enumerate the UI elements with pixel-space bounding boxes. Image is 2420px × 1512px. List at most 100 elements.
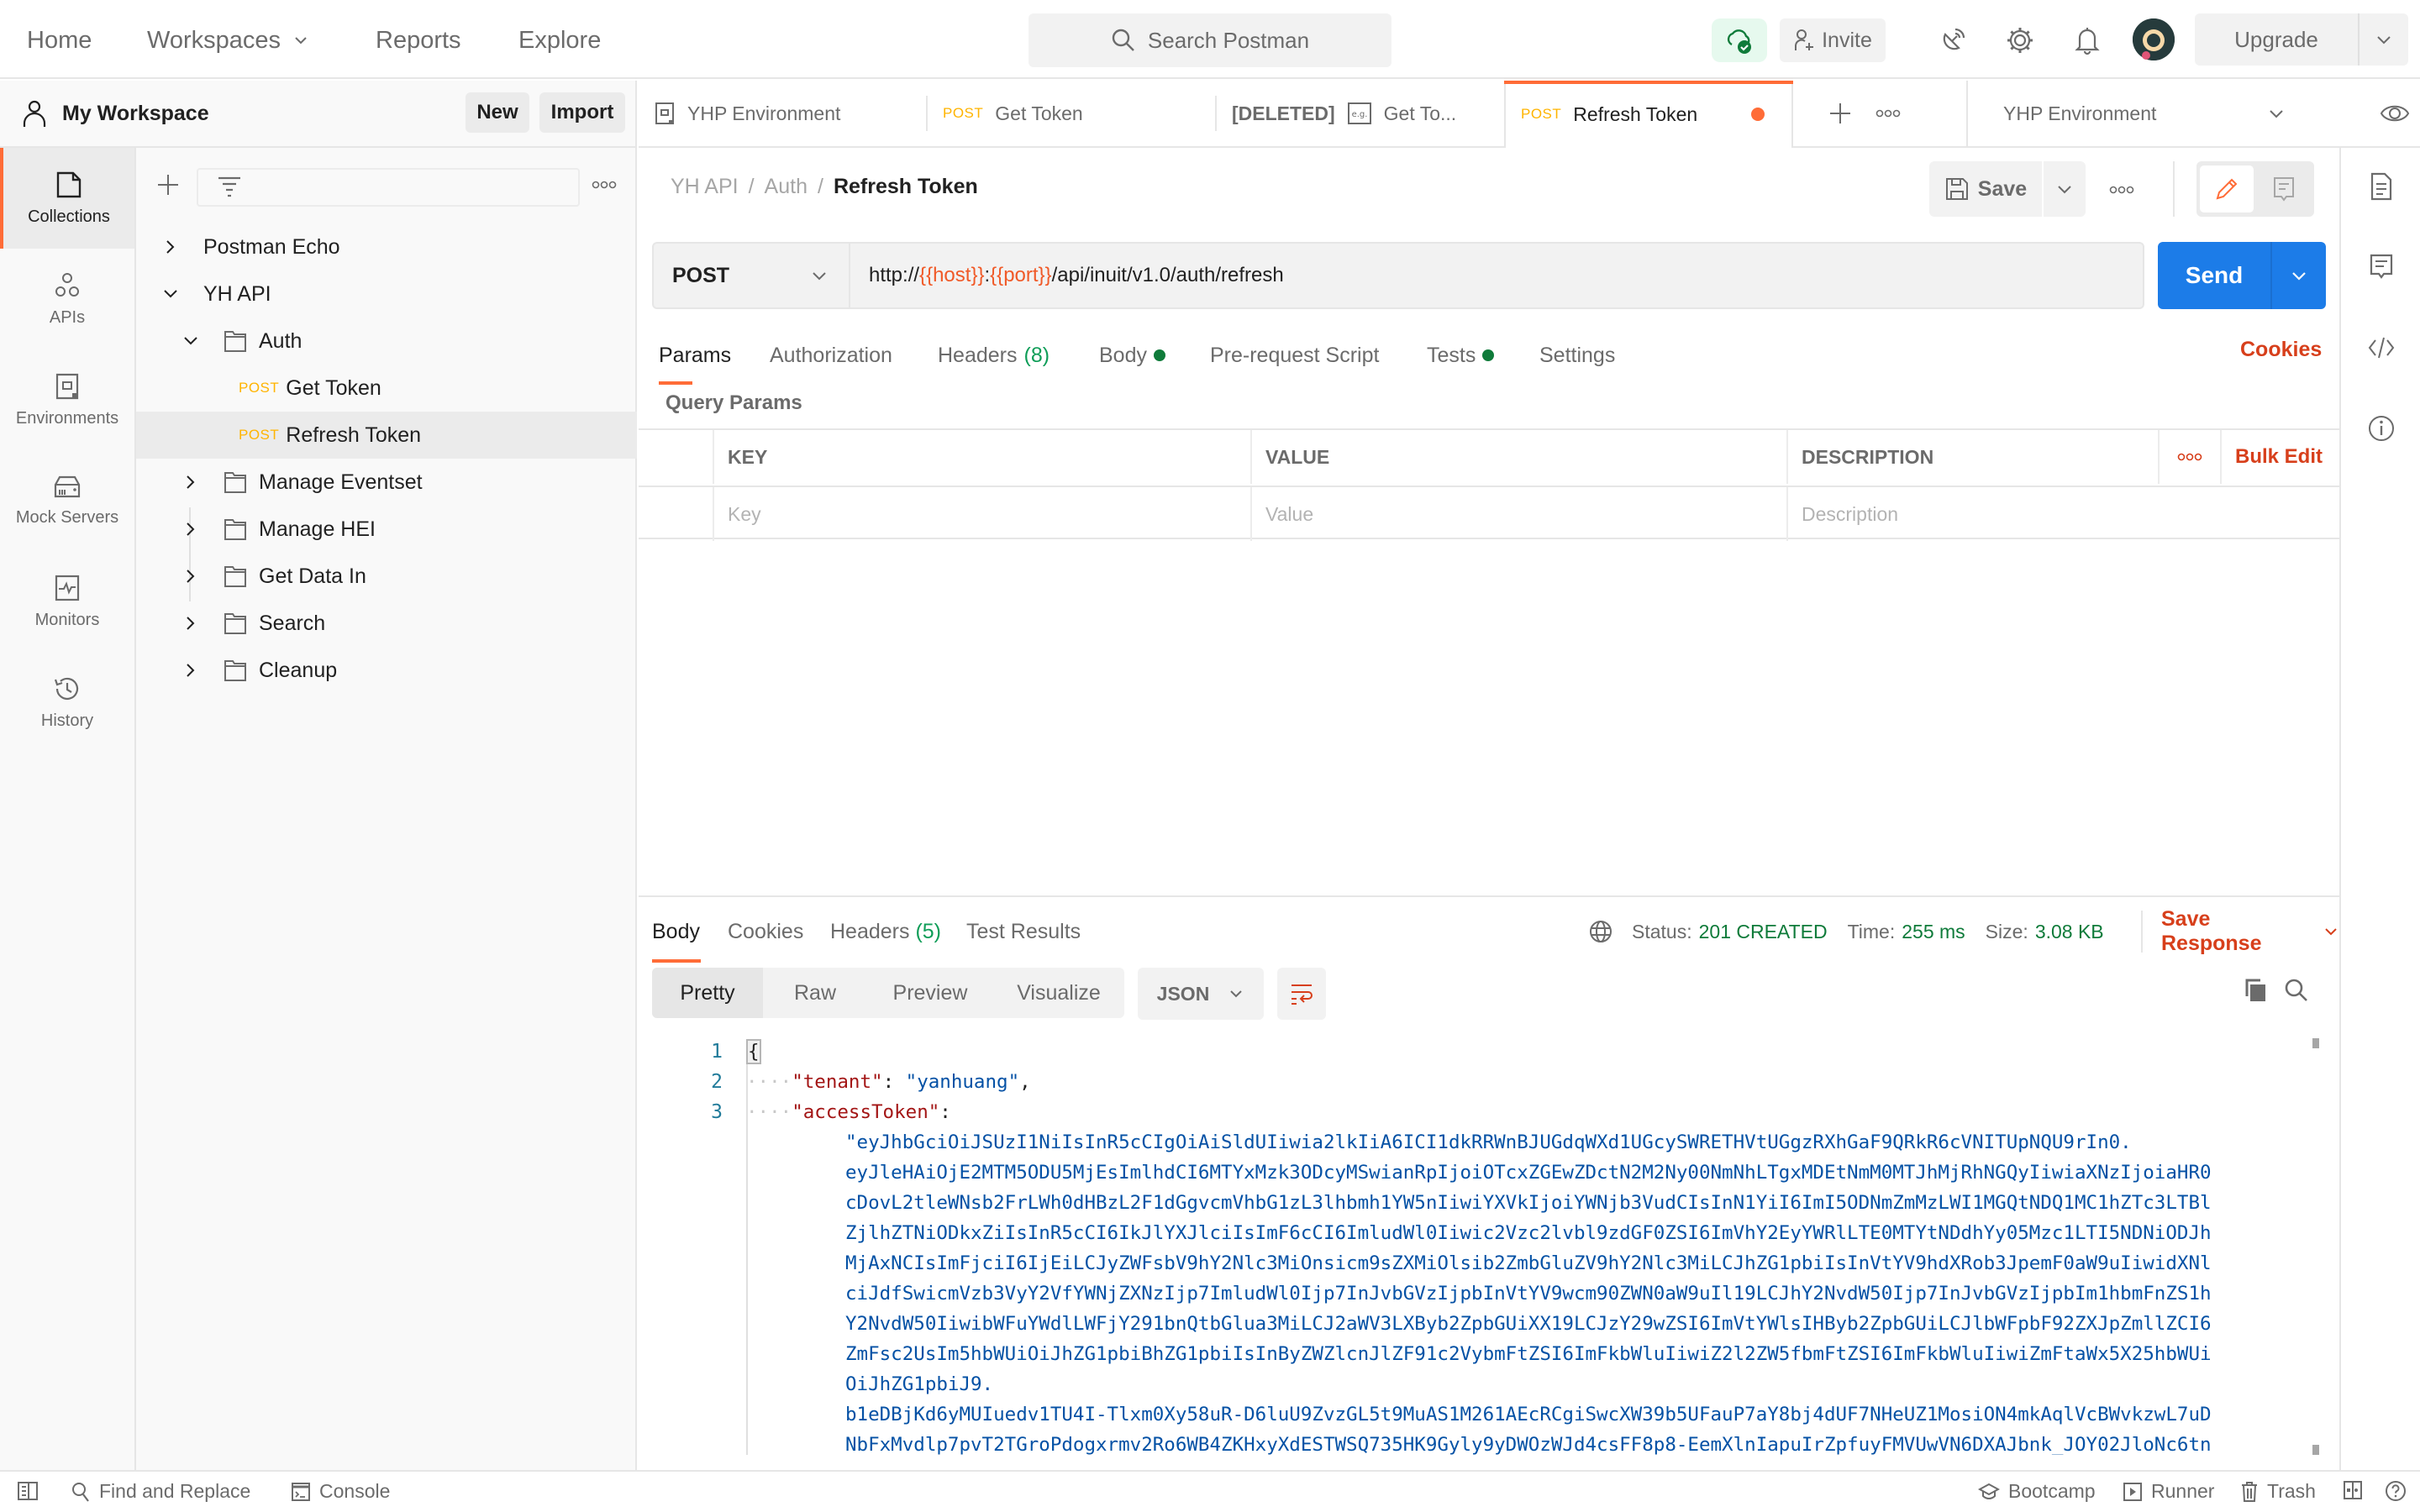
save-response-button[interactable]: Save Response: [2141, 907, 2339, 955]
send-dropdown-chevron-icon[interactable]: [2272, 242, 2326, 309]
sidebar-item-apis[interactable]: APIs: [0, 249, 134, 349]
trash-button[interactable]: Trash: [2240, 1480, 2316, 1503]
tab-options-icon[interactable]: [1876, 108, 1901, 118]
runner-button[interactable]: Runner: [2123, 1480, 2214, 1503]
tree-item-manage-hei[interactable]: Manage HEI: [136, 506, 637, 553]
editor-scrollbar[interactable]: [2311, 1038, 2319, 1458]
help-icon[interactable]: [2385, 1480, 2407, 1502]
time-value[interactable]: 255 ms: [1902, 921, 1965, 943]
toggle-sidebar-icon[interactable]: [17, 1480, 39, 1502]
table-options-icon[interactable]: [2158, 430, 2220, 484]
save-dropdown-chevron-icon[interactable]: [2044, 161, 2086, 217]
console-button[interactable]: Console: [291, 1480, 390, 1503]
sync-status-button[interactable]: [1712, 18, 1767, 62]
workspace-title[interactable]: My Workspace: [22, 99, 209, 128]
sidebar-item-history[interactable]: History: [0, 652, 134, 753]
two-pane-view-icon[interactable]: [2343, 1480, 2363, 1500]
nav-explore[interactable]: Explore: [518, 25, 601, 55]
format-dropdown[interactable]: JSON: [1138, 968, 1264, 1020]
satellite-icon[interactable]: [1936, 24, 1970, 57]
response-body-editor[interactable]: 1 2 3 { ····"tenant": "yanhuang", ····"a…: [639, 1035, 2311, 1455]
breadcrumb-current[interactable]: Refresh Token: [834, 175, 978, 199]
chevron-right-icon[interactable]: [178, 521, 203, 538]
bell-icon[interactable]: [2070, 24, 2104, 57]
size-value[interactable]: 3.08 KB: [2035, 921, 2104, 943]
eye-icon[interactable]: [2380, 101, 2410, 126]
import-button[interactable]: Import: [539, 92, 625, 133]
tab-settings[interactable]: Settings: [1539, 334, 1615, 376]
tab-tests[interactable]: Tests: [1427, 334, 1495, 376]
scrollbar-thumb-top[interactable]: [2312, 1038, 2319, 1048]
more-options-icon[interactable]: [592, 180, 617, 190]
tab-test-results[interactable]: Test Results: [966, 911, 1081, 953]
tree-item-postman-echo[interactable]: Postman Echo: [136, 223, 637, 270]
tab-response-cookies[interactable]: Cookies: [728, 911, 803, 953]
search-input[interactable]: Search Postman: [1028, 13, 1392, 67]
tree-item-get-data-in[interactable]: Get Data In: [136, 553, 637, 600]
invite-button[interactable]: Invite: [1780, 18, 1886, 62]
comment-mode-button[interactable]: [2257, 165, 2311, 213]
scrollbar-thumb-bottom[interactable]: [2312, 1445, 2319, 1455]
tree-item-search[interactable]: Search: [136, 600, 637, 647]
new-tab-plus-icon[interactable]: [1828, 102, 1852, 125]
globe-icon[interactable]: [1588, 919, 1613, 944]
view-pretty[interactable]: Pretty: [652, 968, 763, 1018]
gear-icon[interactable]: [2003, 24, 2037, 57]
upgrade-button[interactable]: Upgrade: [2195, 13, 2408, 66]
request-more-options-icon[interactable]: [2109, 185, 2134, 195]
upgrade-dropdown-chevron-icon[interactable]: [2360, 13, 2408, 66]
cookies-link[interactable]: Cookies: [2240, 338, 2322, 362]
tree-item-cleanup[interactable]: Cleanup: [136, 647, 637, 694]
new-button[interactable]: New: [466, 92, 529, 133]
nav-workspaces[interactable]: Workspaces: [147, 25, 309, 55]
sidebar-item-environments[interactable]: Environments: [0, 349, 134, 450]
info-icon[interactable]: [2365, 412, 2398, 445]
comments-icon[interactable]: [2365, 250, 2398, 284]
tab-get-token[interactable]: POST Get Token: [928, 81, 1215, 146]
breadcrumb-folder[interactable]: Auth: [765, 175, 808, 199]
tab-deleted-example[interactable]: [DELETED] e.g. Get To...: [1217, 81, 1504, 146]
search-response-icon[interactable]: [2284, 978, 2309, 1003]
nav-reports[interactable]: Reports: [376, 25, 461, 55]
status-value[interactable]: 201 CREATED: [1699, 921, 1828, 943]
tree-item-refresh-token[interactable]: POST Refresh Token: [136, 412, 637, 459]
tab-pre-request-script[interactable]: Pre-request Script: [1210, 334, 1379, 376]
filter-input[interactable]: [197, 168, 580, 207]
tree-item-manage-eventset[interactable]: Manage Eventset: [136, 459, 637, 506]
chevron-right-icon[interactable]: [178, 474, 203, 491]
tree-item-yh-api[interactable]: YH API: [136, 270, 637, 318]
tab-response-body[interactable]: Body: [652, 911, 701, 963]
avatar[interactable]: [2133, 18, 2175, 60]
chevron-right-icon[interactable]: [178, 662, 203, 679]
chevron-right-icon[interactable]: [158, 239, 183, 255]
sidebar-item-monitors[interactable]: Monitors: [0, 551, 134, 652]
tab-body[interactable]: Body: [1099, 334, 1165, 376]
environment-selector[interactable]: YHP Environment: [1966, 81, 2336, 146]
tab-refresh-token[interactable]: POST Refresh Token: [1504, 81, 1793, 148]
breadcrumb-collection[interactable]: YH API: [671, 175, 739, 199]
nav-home[interactable]: Home: [27, 25, 92, 55]
url-input[interactable]: http://{{host}}: {{port}}/api/inuit/v1.0/…: [850, 244, 2143, 307]
save-button[interactable]: Save: [1929, 161, 2044, 217]
bootcamp-button[interactable]: Bootcamp: [1978, 1480, 2096, 1503]
wrap-lines-button[interactable]: [1277, 968, 1326, 1020]
tree-item-auth[interactable]: Auth: [136, 318, 637, 365]
chevron-down-icon[interactable]: [158, 287, 183, 301]
bulk-edit-link[interactable]: Bulk Edit: [2220, 430, 2339, 484]
description-input[interactable]: Description: [1786, 487, 2339, 541]
tab-response-headers[interactable]: Headers (5): [830, 911, 941, 953]
view-raw[interactable]: Raw: [763, 968, 867, 1018]
documentation-icon[interactable]: [2365, 170, 2398, 203]
sidebar-item-mock-servers[interactable]: Mock Servers: [0, 450, 134, 551]
view-visualize[interactable]: Visualize: [993, 968, 1124, 1018]
view-preview[interactable]: Preview: [867, 968, 993, 1018]
find-and-replace-button[interactable]: Find and Replace: [71, 1480, 250, 1503]
send-button[interactable]: Send: [2158, 242, 2272, 309]
add-collection-icon[interactable]: [156, 173, 180, 197]
key-input[interactable]: Key: [713, 487, 1250, 541]
chevron-down-icon[interactable]: [178, 334, 203, 348]
tab-headers[interactable]: Headers (8): [938, 334, 1050, 376]
code-snippet-icon[interactable]: [2365, 331, 2398, 365]
method-dropdown[interactable]: POST: [654, 244, 850, 307]
tab-authorization[interactable]: Authorization: [770, 334, 892, 376]
